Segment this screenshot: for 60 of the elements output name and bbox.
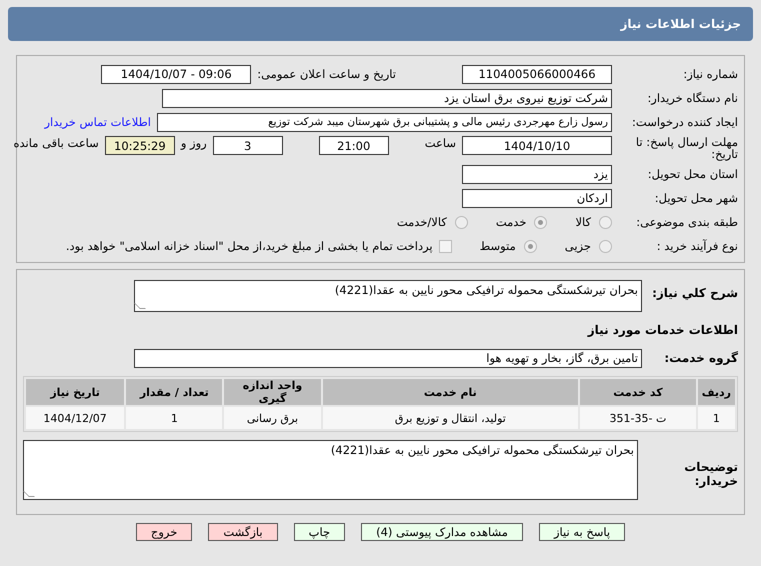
radio-label: کالا/خدمت [396, 215, 447, 229]
table-cell: 1404/12/07 [26, 407, 124, 429]
radio-label: کالا [575, 215, 591, 229]
radio-button[interactable] [599, 216, 612, 228]
radio-label: جزیی [564, 239, 591, 253]
field-label: مهلت ارسال پاسخ: تا تاریخ: [634, 136, 738, 160]
column-header: کد خدمت [580, 379, 696, 405]
field-label: نوع فرآیند خرید : [656, 239, 738, 253]
field-label: طبقه بندی موضوعی: [635, 215, 738, 229]
table-cell: تولید، انتقال و توزیع برق [322, 407, 578, 429]
radio-button[interactable] [454, 216, 468, 228]
action-button[interactable]: مشاهده مدارک پیوستی (4) [361, 523, 523, 541]
column-header: تعداد / مقدار [126, 379, 222, 405]
description-field: بحران تیرشکستگی محموله ترافیکی محور نایین به عقدا(4221) [134, 280, 642, 312]
field-label: استان محل تحویل: [646, 167, 738, 181]
field-label: گروه خدمت: [663, 351, 738, 365]
service-group-field: تامین برق، گاز، بخار و تهویه هوا [134, 348, 642, 368]
city-field: اردکان [462, 188, 612, 208]
table-cell: برق رسانی [224, 407, 321, 429]
table-cell: ت -35-351 [580, 407, 696, 429]
table-cell: 1 [698, 407, 735, 429]
field-label: توضیحات خریدار: [683, 459, 738, 488]
column-header: نام خدمت [322, 379, 578, 405]
table-cell: 1 [126, 407, 222, 429]
buyer-org-field: شرکت توزیع نیروی برق استان یزد [162, 88, 612, 108]
province-field: یزد [462, 164, 612, 184]
action-button[interactable]: پاسخ به نیاز [538, 523, 626, 541]
days-label: روز و [180, 136, 207, 150]
field-label: شرح کلي نياز: [651, 285, 738, 300]
days-field: 3 [212, 136, 283, 155]
column-header: ردیف [698, 379, 735, 405]
field-label: شهر محل تحویل: [654, 191, 738, 205]
column-header: تاریخ نیاز [26, 379, 124, 405]
deadline-date-field: 1404/10/10 [462, 136, 612, 155]
radio-label: خدمت [496, 215, 526, 229]
radio-button[interactable] [534, 216, 548, 228]
field-label: ایجاد کننده درخواست: [631, 115, 738, 129]
remaining-label: ساعت باقی مانده [14, 136, 99, 150]
need-number-field: 1104005066000466 [462, 64, 612, 84]
field-label: نام دستگاه خریدار: [646, 91, 738, 105]
radio-button[interactable] [599, 240, 612, 252]
action-button[interactable]: بازگشت [208, 523, 278, 541]
radio-button[interactable] [524, 240, 537, 252]
buyer-contact-link[interactable]: اطلاعات تماس خریدار [44, 115, 151, 129]
field-label: شماره نیاز: [682, 67, 738, 81]
checkbox-label: پرداخت تمام یا بخشی از مبلغ خرید،از محل "اسناد خزانه اسلامی" خواهد بود. [66, 239, 433, 253]
deadline-time-field: 21:00 [318, 136, 389, 155]
page-title: جزئیات اطلاعات نیاز [620, 17, 741, 31]
announce-date-field: 1404/10/07 - 09:06 [101, 64, 252, 84]
action-button[interactable]: خروج [136, 523, 192, 541]
field-label: تاریخ و ساعت اعلان عمومی: [257, 67, 396, 81]
action-button[interactable]: چاپ [294, 523, 346, 541]
radio-label: متوسط [480, 239, 516, 253]
time-label: ساعت [424, 136, 456, 150]
remaining-time-field: 10:25:29 [104, 136, 175, 155]
column-header: واحد اندازه گیری [224, 379, 321, 405]
requester-field: رسول زارع مهرجردی رئیس مالی و پشتیبانی برق شهرستان میبد شرکت توزیع [157, 112, 612, 132]
section-heading: اطلاعات خدمات مورد نیاز [586, 323, 738, 337]
checkbox[interactable] [438, 240, 452, 252]
buyer-notes-field: بحران تیرشکستگی محموله ترافیکی محور نایین به عقدا(4221) [23, 440, 638, 500]
